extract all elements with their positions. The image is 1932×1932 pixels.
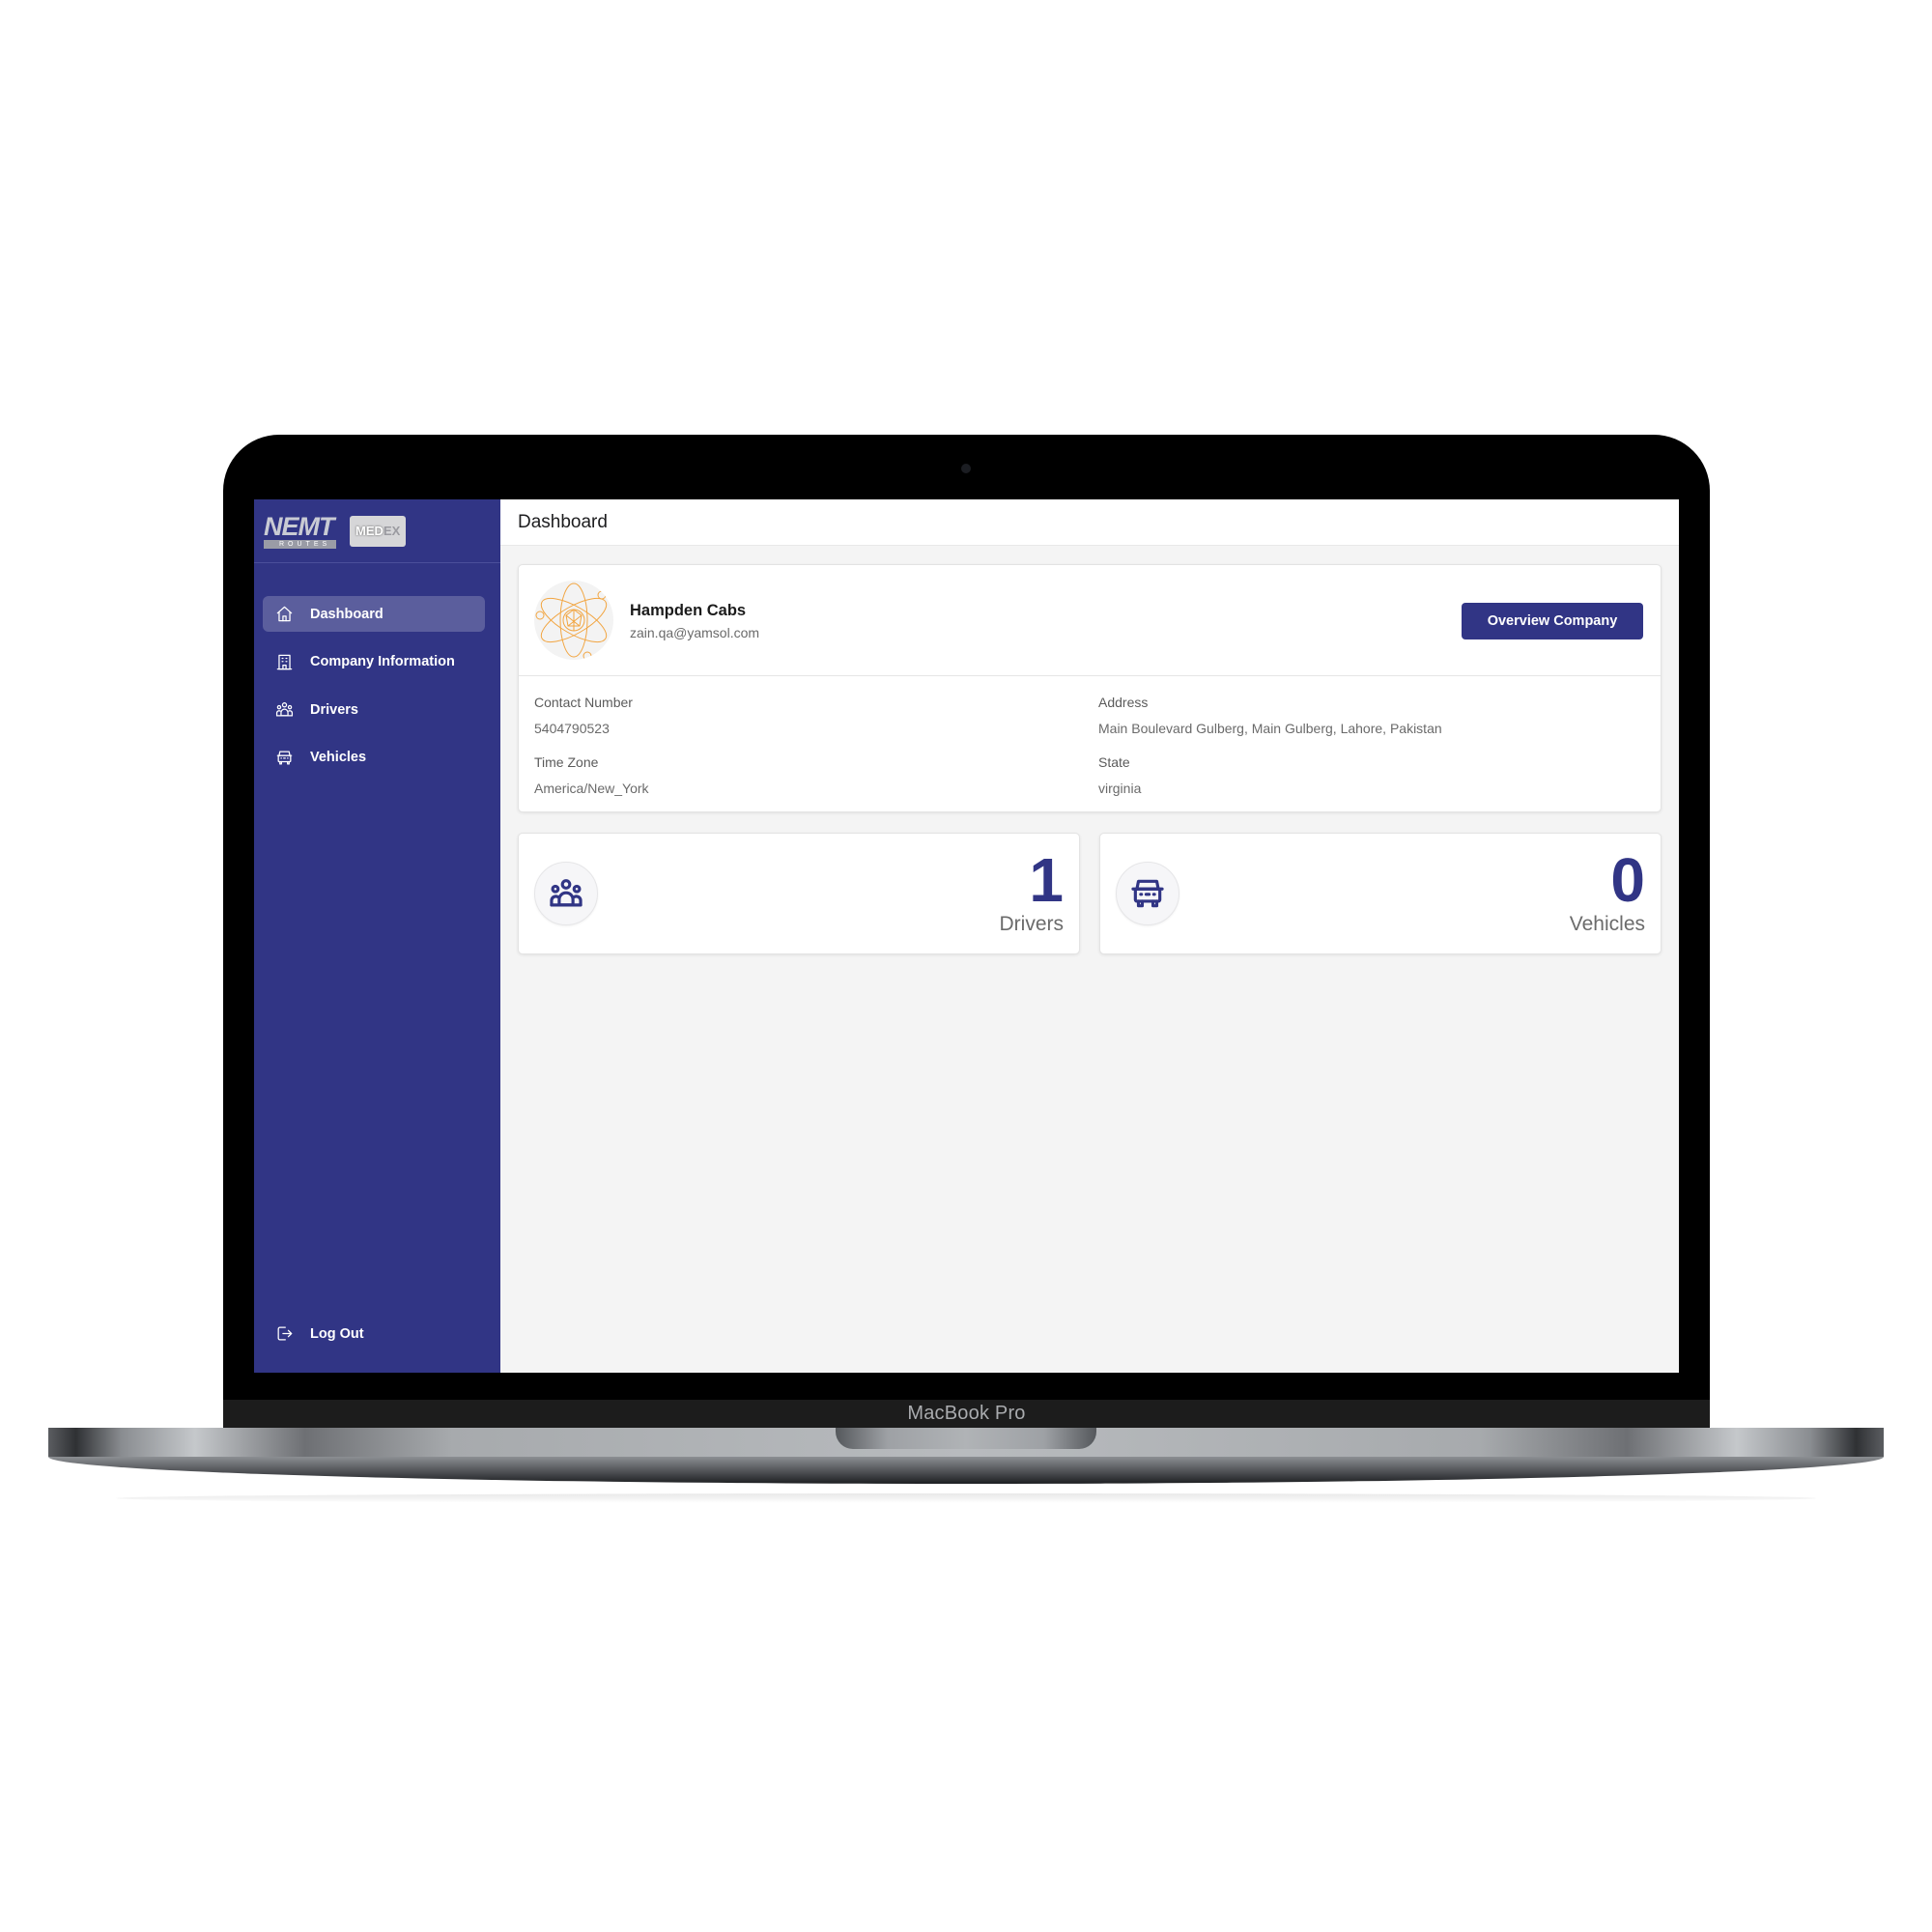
contact-number-field: Contact Number 5404790523 xyxy=(534,695,1075,736)
time-zone-label: Time Zone xyxy=(534,754,599,770)
laptop-notch xyxy=(836,1428,1096,1449)
medex-logo-text-a: MED xyxy=(355,524,384,538)
atom-logo-icon xyxy=(535,582,608,660)
sidebar-item-company-information[interactable]: Company Information xyxy=(263,644,485,680)
sidebar-item-label: Vehicles xyxy=(310,750,367,765)
app-screen: NEMT ROUTES MED EX Dashboard Company Info… xyxy=(254,499,1679,1373)
sidebar-item-vehicles[interactable]: Vehicles xyxy=(263,740,485,776)
sidebar-item-label: Drivers xyxy=(310,701,358,718)
sidebar: NEMT ROUTES MED EX Dashboard Company Info… xyxy=(254,499,500,1373)
time-zone-value: America/New_York xyxy=(534,781,649,796)
users-icon xyxy=(550,879,582,907)
sidebar-item-label: Company Information xyxy=(310,654,455,669)
sidebar-item-drivers[interactable]: Drivers xyxy=(263,692,485,727)
top-header: Dashboard xyxy=(500,499,1679,546)
drivers-label: Drivers xyxy=(999,913,1065,935)
state-label: State xyxy=(1098,754,1130,770)
page-title: Dashboard xyxy=(518,511,608,532)
laptop-chin: MacBook Pro xyxy=(223,1400,1710,1428)
company-name: Hampden Cabs xyxy=(630,602,747,619)
medex-logo-text-b: EX xyxy=(383,524,401,538)
vehicles-label: Vehicles xyxy=(1569,913,1645,935)
sidebar-item-label: Dashboard xyxy=(310,606,384,622)
sidebar-nav: Dashboard Company Information Drivers Ve… xyxy=(263,596,485,787)
building-icon xyxy=(274,652,294,671)
state-value: virginia xyxy=(1098,781,1142,796)
brand-logos: NEMT ROUTES MED EX xyxy=(254,499,500,563)
nemt-routes-logo[interactable]: NEMT ROUTES xyxy=(264,511,337,549)
address-field: Address Main Boulevard Gulberg, Main Gul… xyxy=(1098,695,1639,736)
logo-text: NEMT xyxy=(264,511,334,541)
users-icon xyxy=(274,700,294,720)
vehicles-icon-badge xyxy=(1116,862,1179,925)
camera-icon xyxy=(961,464,971,473)
vehicle-icon xyxy=(1131,879,1164,908)
address-value: Main Boulevard Gulberg, Main Gulberg, La… xyxy=(1098,721,1442,736)
address-label: Address xyxy=(1098,695,1149,710)
laptop-base-bottom xyxy=(48,1457,1884,1484)
drivers-count: 1 xyxy=(1029,845,1064,915)
home-icon xyxy=(274,605,294,624)
time-zone-field: Time Zone America/New_York xyxy=(534,754,1075,796)
logout-icon xyxy=(274,1324,294,1344)
company-card: Hampden Cabs zain.qa@yamsol.com Overview… xyxy=(518,564,1662,812)
overview-company-button[interactable]: Overview Company xyxy=(1462,603,1643,639)
company-email: zain.qa@yamsol.com xyxy=(630,625,760,640)
vehicles-count: 0 xyxy=(1610,845,1645,915)
company-card-header: Hampden Cabs zain.qa@yamsol.com Overview… xyxy=(519,565,1661,676)
drivers-icon-badge xyxy=(534,862,598,925)
logout-label: Log Out xyxy=(310,1325,364,1342)
vehicle-icon xyxy=(274,748,294,767)
drivers-stat-card[interactable]: 1 Drivers xyxy=(518,833,1080,954)
sidebar-item-dashboard[interactable]: Dashboard xyxy=(263,596,485,632)
state-field: State virginia xyxy=(1098,754,1639,796)
logo-subtext: ROUTES xyxy=(264,539,337,549)
contact-number-value: 5404790523 xyxy=(534,721,610,736)
company-avatar[interactable] xyxy=(534,581,613,660)
medex-logo: MED EX xyxy=(350,515,407,547)
device-label: MacBook Pro xyxy=(907,1403,1026,1424)
vehicles-stat-card[interactable]: 0 Vehicles xyxy=(1099,833,1662,954)
laptop-shadow xyxy=(116,1493,1816,1503)
logout-button[interactable]: Log Out xyxy=(263,1316,485,1351)
contact-number-label: Contact Number xyxy=(534,695,633,710)
